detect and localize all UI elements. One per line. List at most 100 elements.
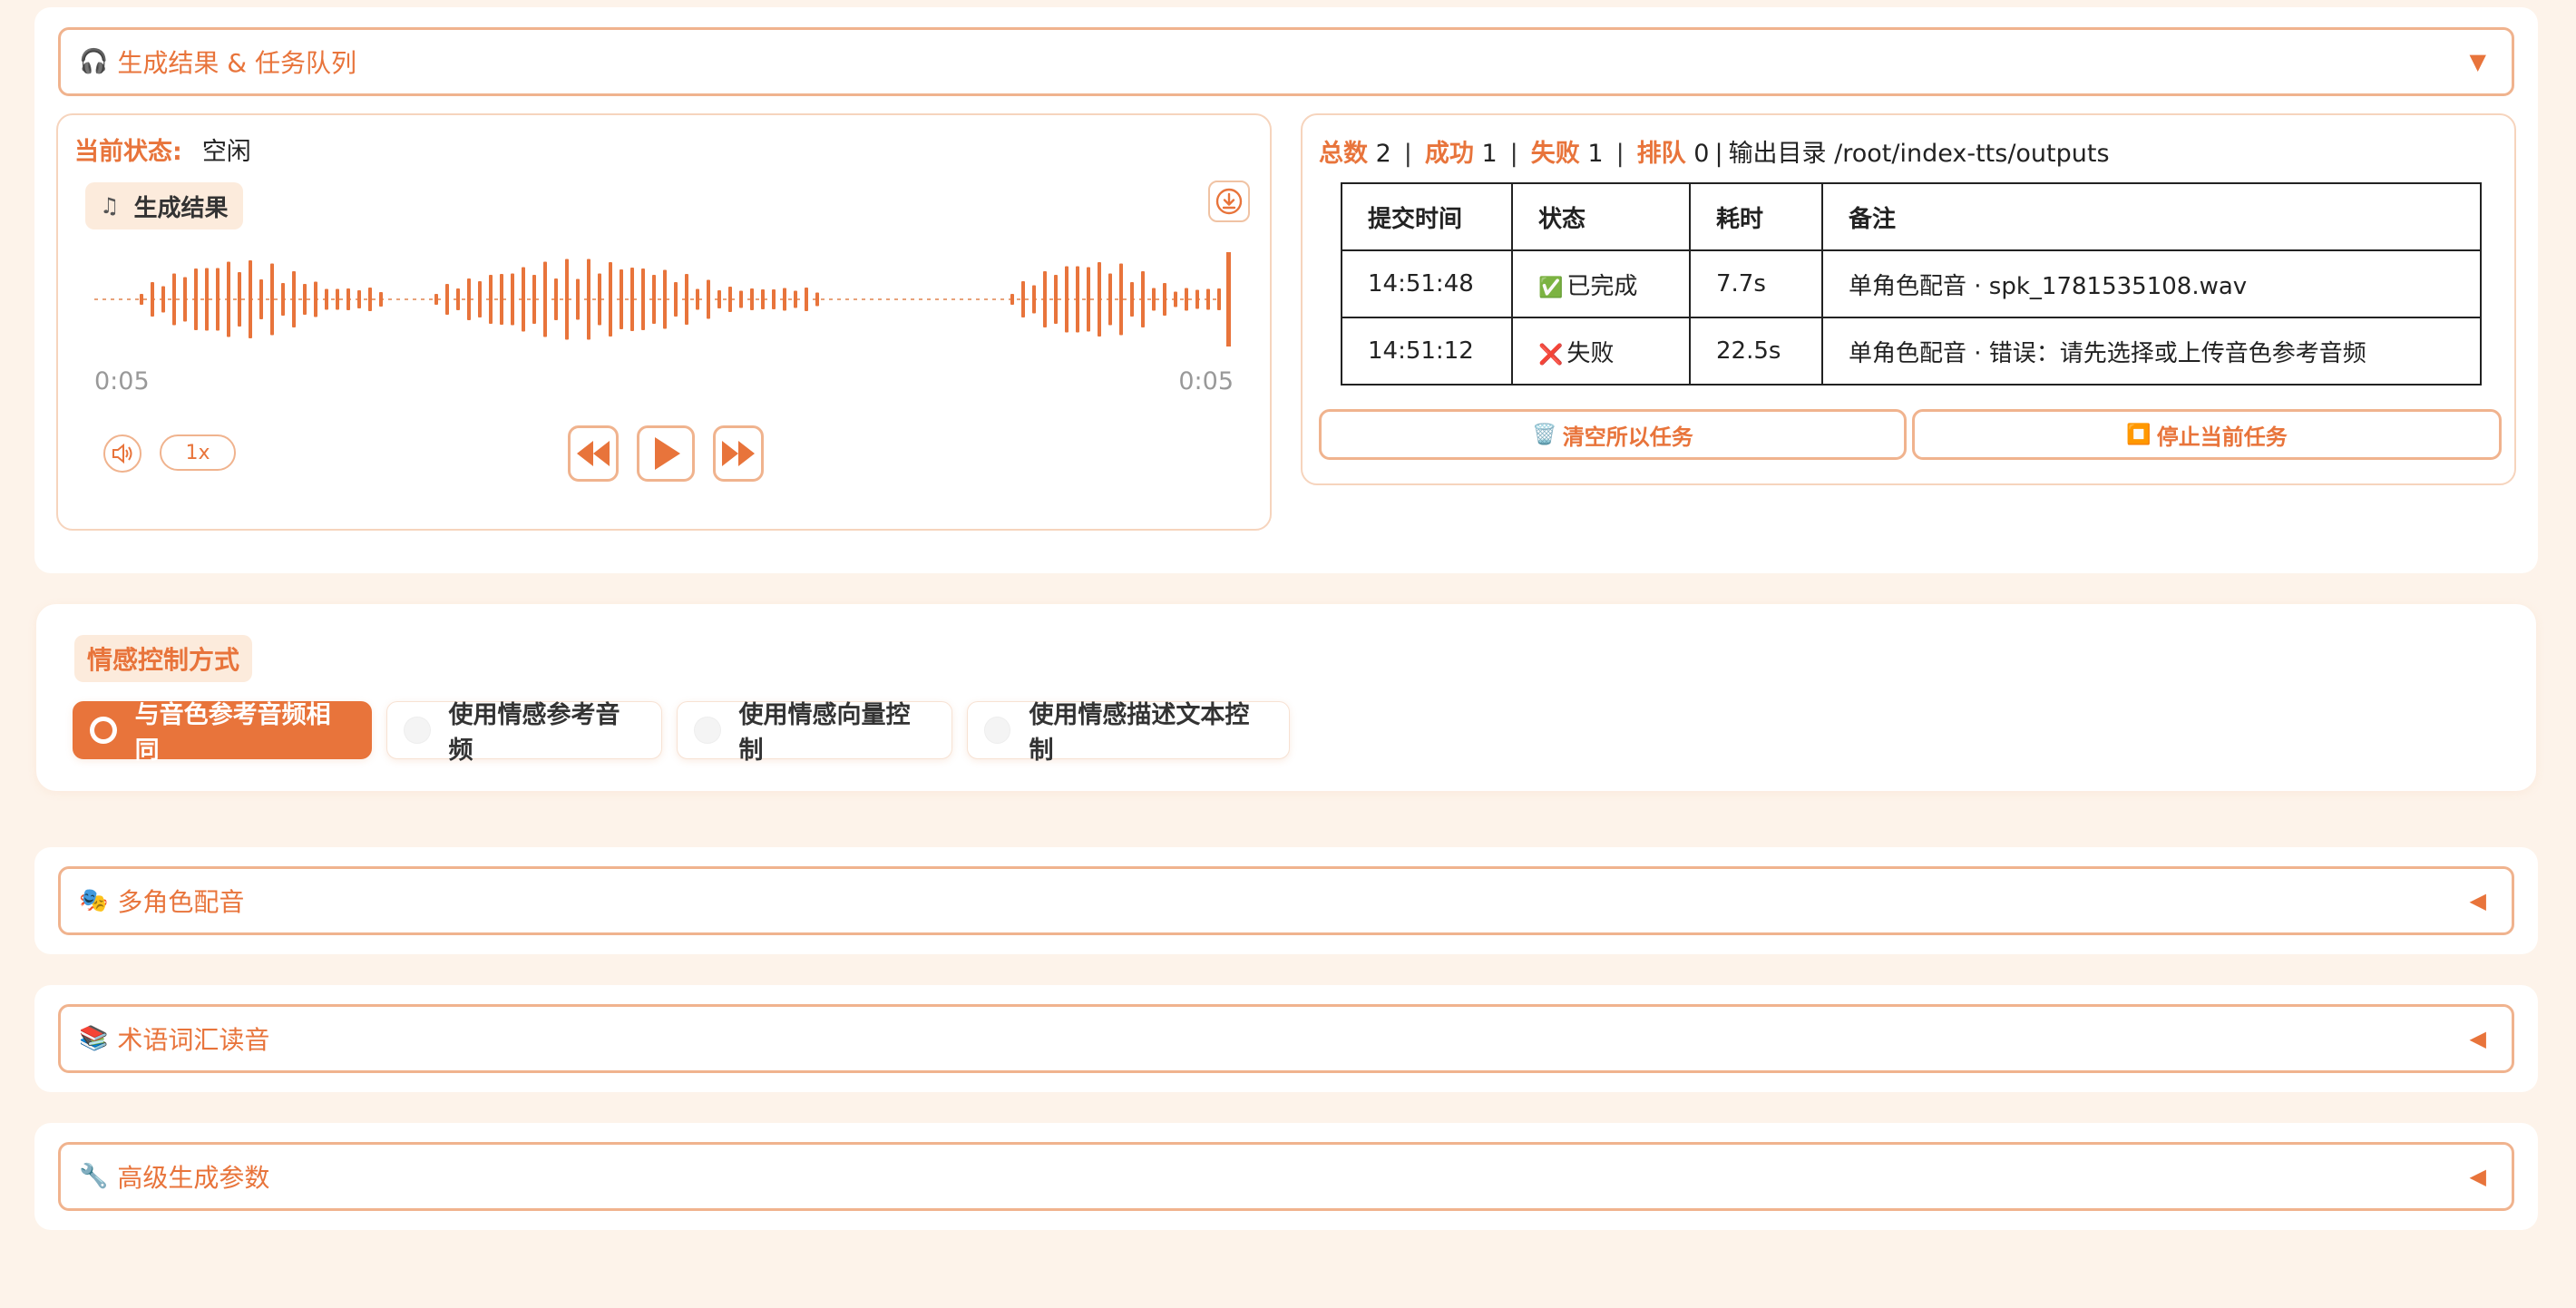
- task-table: 提交时间 状态 耗时 备注 14:51:48 ✅ 已完成 7.7s 单角色配音 ·…: [1341, 182, 2482, 386]
- waveform[interactable]: [94, 249, 1237, 349]
- rewind-icon: [577, 441, 610, 466]
- waveform-bar: [259, 279, 263, 319]
- radio-icon: [694, 717, 721, 744]
- waveform-bar: [172, 273, 176, 326]
- waveform-bar: [696, 288, 699, 310]
- waveform-bar: [707, 279, 710, 319]
- waveform-bar: [1065, 266, 1068, 333]
- playhead[interactable]: [1226, 252, 1231, 347]
- play-button[interactable]: [637, 425, 695, 482]
- waveform-bar: [598, 273, 601, 326]
- waveform-bar: [522, 267, 525, 332]
- waveform-bar: [434, 294, 438, 305]
- audio-player-panel: 当前状态: 空闲 ♫ 生成结果 0:05 0:05 1x: [56, 113, 1272, 531]
- multi-role-dubbing-header[interactable]: 🎭 多角色配音 ◀: [58, 866, 2514, 935]
- chevron-left-icon[interactable]: ◀: [2470, 1164, 2486, 1189]
- result-label-chip: ♫ 生成结果: [85, 182, 243, 229]
- waveform-bar: [161, 286, 165, 313]
- emotion-option-label: 使用情感参考音频: [448, 701, 620, 765]
- waveform-bar: [772, 289, 776, 309]
- waveform-bar: [728, 287, 732, 312]
- waveform-bar: [1108, 273, 1112, 326]
- waveform-bar: [227, 261, 230, 337]
- waveform-bar: [346, 288, 350, 310]
- fast-forward-icon: [722, 441, 755, 466]
- waveform-bar: [761, 289, 765, 309]
- emotion-option-label: 与音色参考音频相同: [134, 701, 331, 765]
- results-queue-block: 🎧 生成结果 & 任务队列 ▼ 当前状态: 空闲 ♫ 生成结果 0:05 0:05: [34, 7, 2538, 573]
- waveform-bar: [467, 278, 471, 320]
- output-dir: 输出目录 /root/index-tts/outputs: [1728, 140, 2110, 168]
- waveform-bar: [805, 288, 808, 311]
- cell-time: 14:51:12: [1341, 317, 1513, 386]
- table-row: 14:51:48 ✅ 已完成 7.7s 单角色配音 · spk_178153510…: [1341, 249, 2482, 318]
- time-current: 0:05: [94, 367, 150, 395]
- cross-icon: ❌: [1538, 343, 1564, 366]
- waveform-bar: [445, 284, 449, 315]
- waveform-bar: [238, 272, 241, 327]
- theater-masks-icon: 🎭: [79, 887, 109, 914]
- waveform-bar: [314, 281, 317, 317]
- waveform-bar: [1098, 262, 1101, 337]
- emotion-option-vector[interactable]: 使用情感向量控制: [677, 701, 952, 765]
- advanced-params-header[interactable]: 🔧 高级生成参数 ◀: [58, 1142, 2514, 1211]
- col-header-note: 备注: [1821, 182, 2482, 251]
- download-button[interactable]: [1208, 181, 1250, 222]
- chevron-down-icon[interactable]: ▼: [2470, 49, 2486, 74]
- waveform-bar: [532, 275, 536, 324]
- waveform-bar: [1141, 271, 1145, 327]
- playback-speed-button[interactable]: 1x: [160, 434, 236, 471]
- waveform-bar: [368, 288, 372, 311]
- waveform-bar: [140, 294, 143, 305]
- waveform-bar: [357, 290, 361, 308]
- col-header-time: 提交时间: [1341, 182, 1513, 251]
- emotion-option-text-description[interactable]: 使用情感描述文本控制: [967, 701, 1290, 765]
- total-label: 总数: [1319, 140, 1368, 168]
- waveform-bar: [151, 282, 154, 317]
- waveform-bar: [620, 269, 623, 329]
- cell-time: 14:51:48: [1341, 249, 1513, 318]
- chevron-left-icon[interactable]: ◀: [2470, 888, 2486, 913]
- success-value: 1: [1481, 140, 1498, 168]
- stop-current-task-button[interactable]: ⏹️ 停止当前任务: [1912, 409, 2502, 460]
- cell-status: ❌ 失败: [1511, 317, 1691, 386]
- cell-duration: 7.7s: [1689, 249, 1823, 318]
- waveform-bar: [652, 275, 656, 324]
- table-row: 14:51:12 ❌ 失败 22.5s 单角色配音 · 错误：请先选择或上传音色参…: [1341, 317, 2482, 386]
- waveform-bar: [783, 288, 786, 311]
- multi-role-dubbing-block: 🎭 多角色配音 ◀: [34, 847, 2538, 954]
- emotion-control-title: 情感控制方式: [74, 635, 253, 682]
- results-accordion-header[interactable]: 🎧 生成结果 & 任务队列 ▼: [58, 27, 2514, 96]
- clear-all-tasks-button[interactable]: 🗑️ 清空所以任务: [1319, 409, 1907, 460]
- rewind-button[interactable]: [568, 425, 619, 482]
- cell-duration: 22.5s: [1689, 317, 1823, 386]
- waveform-bar: [1206, 288, 1210, 310]
- forward-button[interactable]: [713, 425, 764, 482]
- waveform-bar: [1043, 271, 1047, 327]
- advanced-params-label: 高级生成参数: [117, 1163, 270, 1193]
- term-pronunciation-label: 术语词汇读音: [117, 1025, 270, 1055]
- waveform-bar: [478, 281, 482, 317]
- emotion-option-reference-audio[interactable]: 使用情感参考音频: [386, 701, 662, 765]
- emotion-control-block: 情感控制方式 与音色参考音频相同 使用情感参考音频 使用情感向量控制 使用情感描…: [36, 604, 2536, 791]
- waveform-bar: [1087, 267, 1090, 332]
- result-label: 生成结果: [133, 194, 229, 222]
- waveform-bar: [336, 288, 339, 310]
- cell-note: 单角色配音 · spk_1781535108.wav: [1821, 249, 2482, 318]
- waveform-bar: [609, 262, 612, 337]
- time-total: 0:05: [1178, 367, 1234, 395]
- waveform-bar: [815, 292, 819, 307]
- term-pronunciation-header[interactable]: 📚 术语词汇读音 ◀: [58, 1004, 2514, 1073]
- term-pronunciation-block: 📚 术语词汇读音 ◀: [34, 985, 2538, 1092]
- emotion-option-same-as-reference[interactable]: 与音色参考音频相同: [73, 701, 372, 765]
- wrench-icon: 🔧: [79, 1163, 109, 1190]
- status-label: 当前状态:: [74, 138, 182, 166]
- waveform-bar: [739, 290, 743, 308]
- waveform-bar: [554, 278, 558, 320]
- total-value: 2: [1375, 140, 1391, 168]
- waveform-bar: [456, 288, 460, 310]
- volume-button[interactable]: [103, 434, 141, 473]
- multi-role-dubbing-label: 多角色配音: [117, 887, 245, 917]
- chevron-left-icon[interactable]: ◀: [2470, 1026, 2486, 1051]
- waveform-bar: [576, 278, 580, 320]
